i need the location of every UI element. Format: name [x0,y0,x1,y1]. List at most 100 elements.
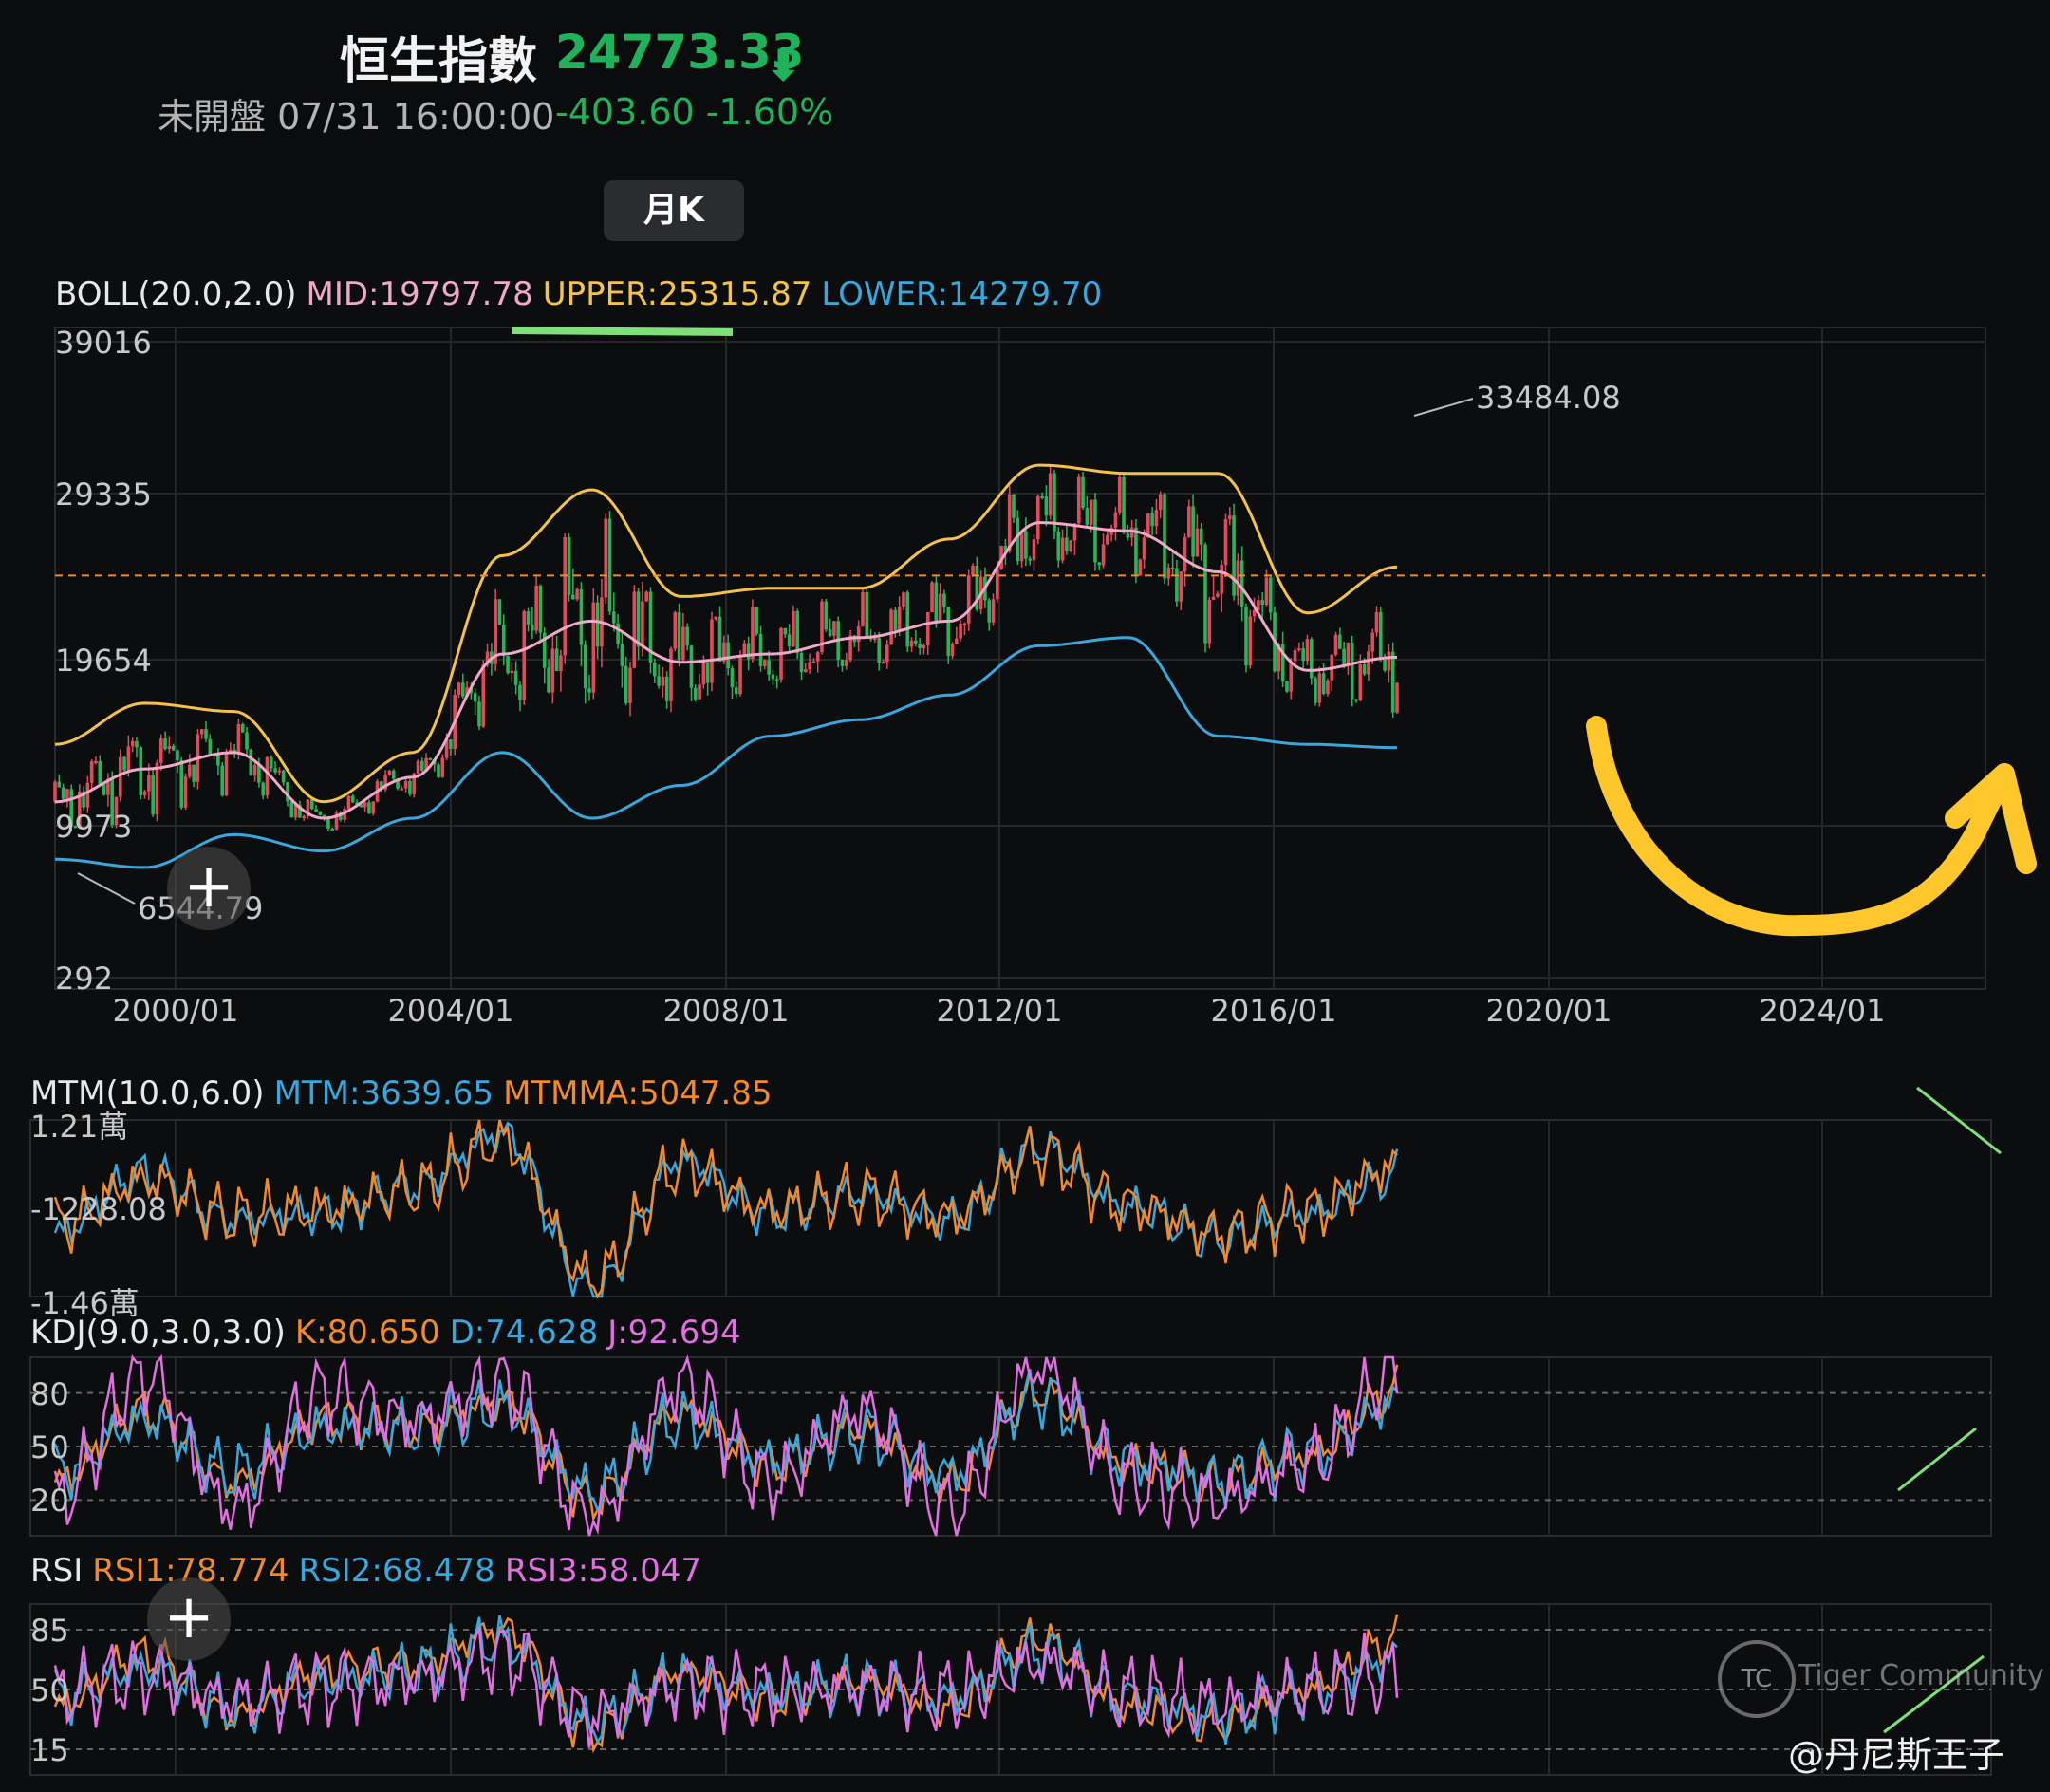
candle-body [755,607,759,634]
candle-body [885,644,889,663]
candle-body [224,751,229,796]
candle-body [914,640,918,644]
candle-body [685,626,689,646]
candle-body [139,747,143,796]
candle-body [98,761,102,785]
plus-icon[interactable]: + [147,1577,231,1661]
candle-body [815,652,820,662]
candle-body [844,660,848,666]
candle-body [636,591,641,647]
watermark-brand: Tiger Community [1798,1659,2044,1692]
candle-body [1387,651,1391,671]
boll-xtick: 2020/01 [1485,993,1612,1029]
candle-body [604,518,608,598]
drawn-underline [512,327,734,336]
candle-body [1195,528,1200,557]
candle-body [865,591,869,638]
candle-body [522,611,527,700]
candle-body [774,679,779,681]
boll-xtick: 2004/01 [387,993,514,1029]
candle-body [302,816,306,819]
mtm-ytick: -1228.08 [30,1190,167,1227]
candle-body [893,609,898,630]
candle-body [1085,508,1090,525]
mtm-ytick: -1.46萬 [30,1285,140,1321]
candle-body [1374,611,1379,633]
candle-body [1142,537,1146,560]
candle-body [934,582,939,622]
candle-body [1293,649,1297,662]
candle-body [252,765,257,776]
candle-body [102,784,106,795]
candle-body [1239,560,1244,607]
candle-body [705,663,710,683]
candle-body [767,660,771,675]
candle-body [420,760,424,771]
candle-body [1317,673,1322,703]
candle-body [257,765,261,783]
candle-body [408,780,412,795]
candle-body [714,616,718,620]
candle-body [269,756,273,769]
candle-body [1248,616,1253,666]
candle-body [391,770,396,779]
candle-body [918,644,922,648]
candle-body [1297,648,1301,651]
candle-body [758,633,763,666]
candle-body [220,765,225,796]
candle-body [991,599,996,623]
candle-body [57,781,62,788]
boll-ytick: 39016 [55,325,152,361]
candle-body [1367,651,1370,675]
candle-body [53,781,57,802]
candle-body [289,801,294,818]
candle-body [1056,531,1061,561]
candle-body [477,701,481,727]
candle-body [559,655,563,672]
candle-body [208,738,213,756]
candle-body [61,787,65,799]
candle-body [698,684,701,700]
kdj-ytick: 50 [30,1429,69,1465]
mtm-frame [29,1119,1992,1297]
candle-body [1321,673,1326,695]
candle-body [620,644,624,666]
candle-body [632,591,637,668]
candle-body [938,593,942,622]
candle-body [1129,527,1134,538]
candle-body [1232,515,1236,596]
candle-body [204,729,208,739]
candle-body [726,642,730,669]
candle-body [192,764,196,782]
candle-body [889,609,893,645]
kdj-ytick: 80 [30,1375,69,1412]
candle-body [881,662,885,664]
candle-body [400,788,404,791]
candle-body [595,602,600,647]
candle-body [1203,544,1207,644]
candle-body [607,518,612,612]
candle-body [501,625,506,657]
candle-body [1170,567,1175,569]
mtm-ytick: 1.21萬 [30,1109,129,1145]
max-price-label: 33484.08 [1476,380,1621,416]
candle-body [966,575,971,624]
candle-body [135,740,139,748]
candle-body [996,569,999,600]
candle-body [531,625,534,631]
candle-body [1113,512,1118,528]
plus-icon[interactable]: + [167,847,251,930]
candle-body [1379,611,1383,660]
candle-body [1191,506,1195,557]
candle-body [575,588,579,600]
author-watermark: @丹尼斯王子 [1788,1734,2005,1776]
tiger-logo-icon: TC [1718,1640,1796,1718]
candle-body [950,644,955,657]
candle-body [526,611,531,625]
candle-body [473,693,477,702]
candle-body [261,782,265,796]
candle-body [1244,607,1248,666]
drawn-arrow [1897,1427,1977,1492]
candle-body [1346,643,1351,665]
candle-body [371,801,376,814]
